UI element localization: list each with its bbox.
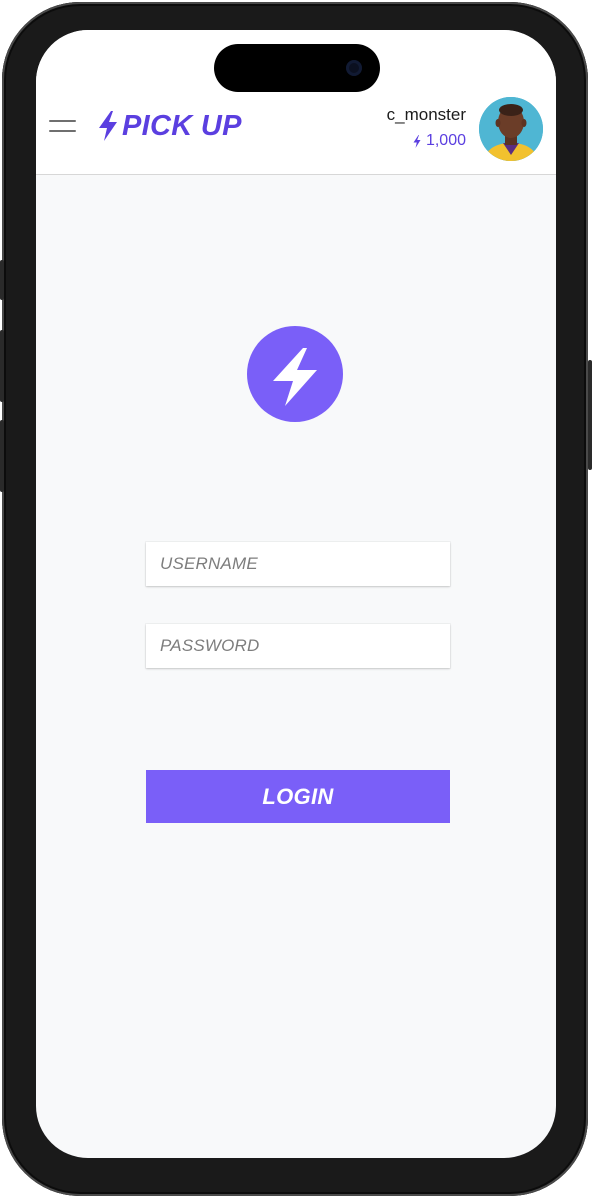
app-logo [247,326,343,422]
password-input[interactable] [146,624,450,668]
user-info: c_monster 1,000 [387,104,466,150]
avatar[interactable] [479,97,543,161]
credits-balance: 1,000 [387,132,466,150]
app-name: PICK UP [122,109,242,142]
lightning-bolt-icon [99,111,117,141]
app-screen: PICK UP c_monster 1,000 USERNAME LOGIN [36,30,556,1158]
phone-side-button [0,260,4,300]
hamburger-menu-icon[interactable] [49,117,76,135]
lightning-bolt-icon [413,134,421,148]
phone-side-button [0,330,4,402]
brand-logo[interactable]: PICK UP [98,108,242,144]
username-input[interactable] [146,542,450,586]
credits-value: 1,000 [425,132,466,149]
login-button[interactable]: LOGIN [146,770,450,823]
username-label: c_monster [386,105,466,124]
lightning-bolt-icon [273,348,317,406]
phone-side-button [0,420,4,492]
avatar-photo [479,97,543,161]
phone-side-button [588,360,592,470]
front-camera [346,60,362,76]
dynamic-island [214,44,380,92]
